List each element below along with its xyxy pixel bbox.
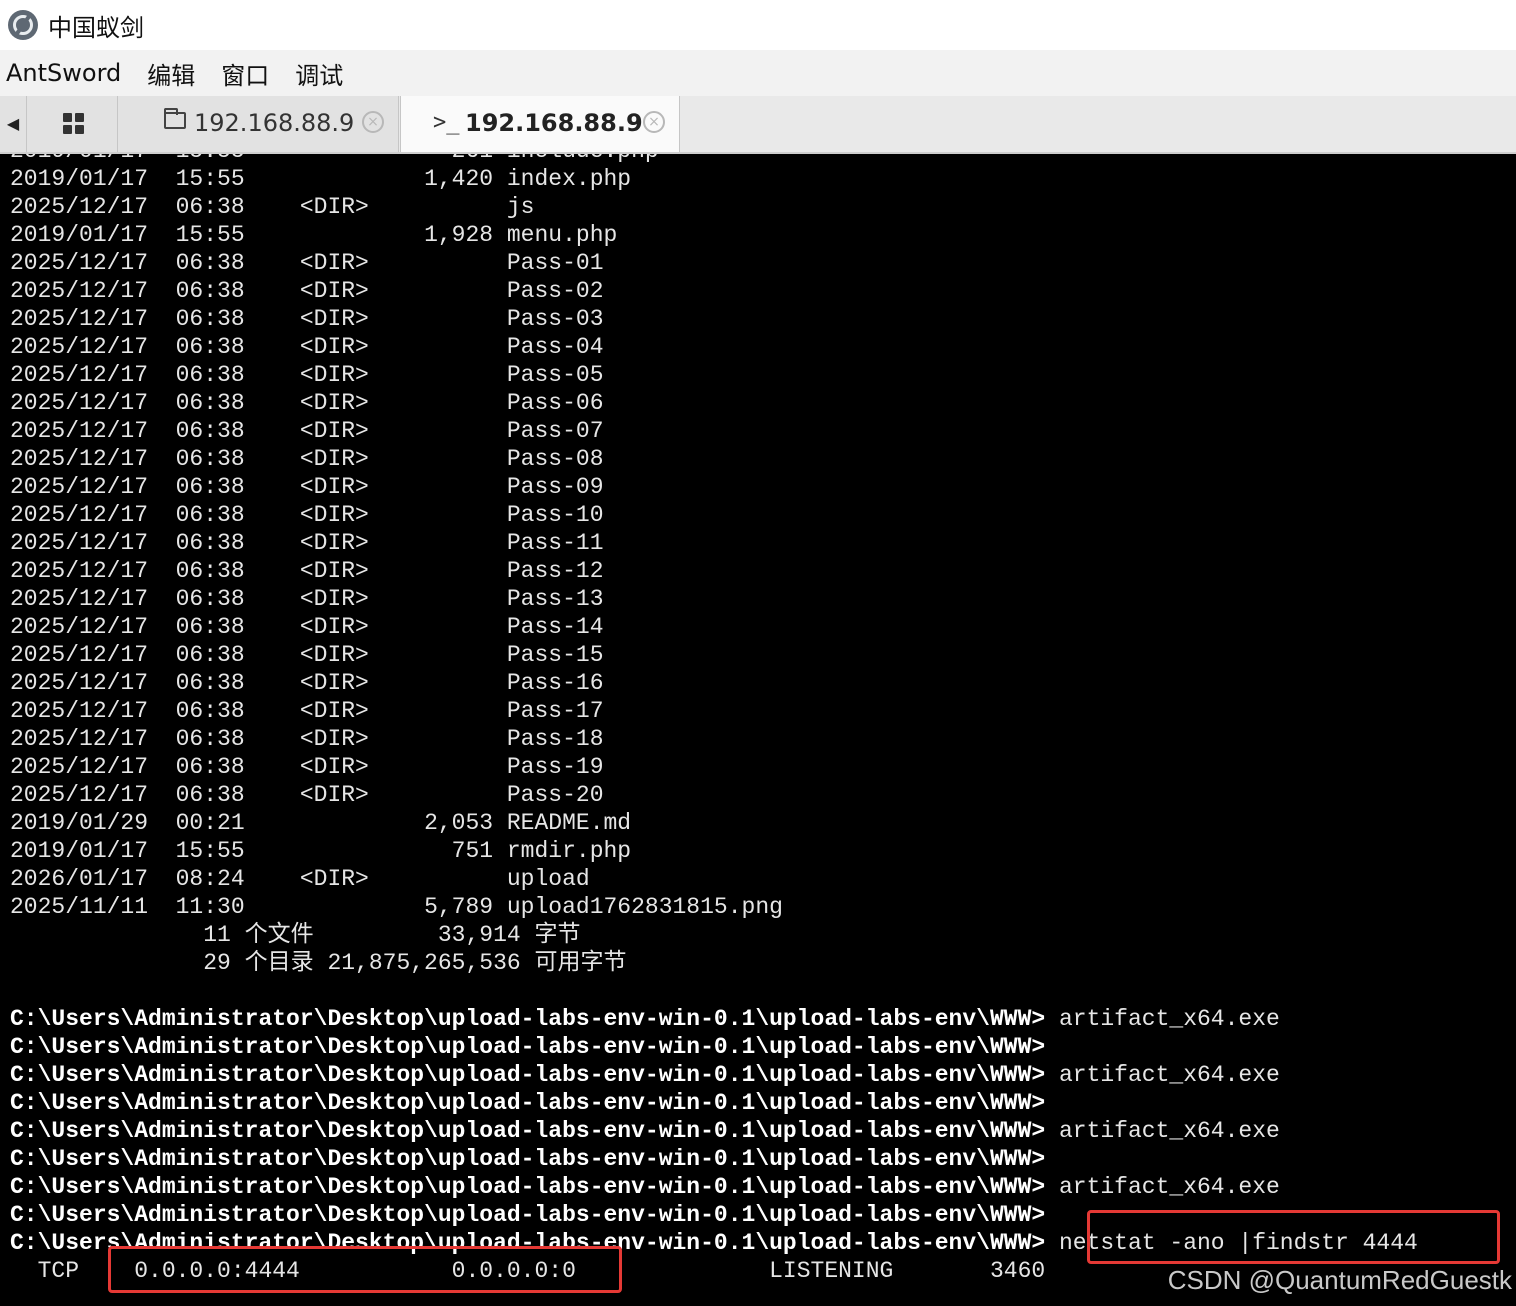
- terminal-prompt-line: C:\Users\Administrator\Desktop\upload-la…: [10, 1033, 1418, 1061]
- title-bar: 中国蚁剑: [0, 0, 1516, 50]
- terminal-line: 2025/12/17 06:38 <DIR> Pass-02: [10, 278, 604, 304]
- terminal-line: 2026/01/17 08:24 <DIR> upload: [10, 866, 590, 892]
- terminal-line: 2019/01/17 15:55 751 rmdir.php: [10, 838, 632, 864]
- terminal-prompt-line: C:\Users\Administrator\Desktop\upload-la…: [10, 1145, 1418, 1173]
- shell-prompt: C:\Users\Administrator\Desktop\upload-la…: [10, 1006, 1046, 1032]
- terminal-prompt-line: C:\Users\Administrator\Desktop\upload-la…: [10, 1089, 1418, 1117]
- folder-icon: [164, 108, 186, 129]
- tab-terminal[interactable]: >_ 192.168.88.9 ×: [400, 96, 680, 152]
- terminal-line: 2025/12/17 06:38 <DIR> Pass-12: [10, 558, 604, 584]
- terminal-line: 2025/12/17 06:38 <DIR> Pass-04: [10, 334, 604, 360]
- shell-prompt: C:\Users\Administrator\Desktop\upload-la…: [10, 1118, 1046, 1144]
- close-icon[interactable]: ×: [643, 111, 665, 133]
- terminal-line: 11 个文件 33,914 字节: [10, 922, 581, 948]
- menu-window[interactable]: 窗口: [221, 56, 269, 91]
- terminal-line: 2025/12/17 06:38 <DIR> Pass-10: [10, 502, 604, 528]
- terminal-line: 2025/12/17 06:38 <DIR> Pass-20: [10, 782, 604, 808]
- shell-prompt: C:\Users\Administrator\Desktop\upload-la…: [10, 1202, 1046, 1228]
- terminal-line: 2025/12/17 06:38 <DIR> Pass-05: [10, 362, 604, 388]
- terminal-line: 2025/12/17 06:38 <DIR> Pass-18: [10, 726, 604, 752]
- terminal-line: 2019/01/29 00:21 2,053 README.md: [10, 810, 632, 836]
- terminal-line: 2025/12/17 06:38 <DIR> Pass-14: [10, 614, 604, 640]
- terminal-prompt-line: C:\Users\Administrator\Desktop\upload-la…: [10, 1117, 1418, 1145]
- terminal-line: 2025/12/17 06:38 <DIR> Pass-03: [10, 306, 604, 332]
- shell-command: artifact_x64.exe: [1045, 1062, 1280, 1088]
- menu-bar: AntSword 编辑 窗口 调试: [0, 50, 1516, 97]
- tab-bar: ◀ 192.168.88.9 × >_ 192.168.88.9 ×: [0, 96, 1516, 154]
- shell-prompt: C:\Users\Administrator\Desktop\upload-la…: [10, 1174, 1046, 1200]
- terminal-line: 2025/12/17 06:38 <DIR> Pass-16: [10, 670, 604, 696]
- terminal-line: 2025/12/17 06:38 <DIR> Pass-19: [10, 754, 604, 780]
- terminal-lines: 2019/01/17 15:55 261 include.php 2019/01…: [10, 154, 1418, 1285]
- terminal-line: 2025/12/17 06:38 <DIR> Pass-15: [10, 642, 604, 668]
- terminal-line: 2025/12/17 06:38 <DIR> Pass-13: [10, 586, 604, 612]
- terminal-line: 29 个目录 21,875,265,536 可用字节: [10, 950, 627, 976]
- shell-prompt: C:\Users\Administrator\Desktop\upload-la…: [10, 1146, 1046, 1172]
- shell-command: artifact_x64.exe: [1045, 1006, 1280, 1032]
- terminal-line: 2025/12/17 06:38 <DIR> js: [10, 194, 535, 220]
- terminal-line: 2019/01/17 15:55 261 include.php: [10, 154, 1418, 165]
- shell-prompt: C:\Users\Administrator\Desktop\upload-la…: [10, 1062, 1046, 1088]
- watermark: CSDN @QuantumRedGuestk: [1167, 1265, 1512, 1295]
- terminal-icon: >_: [433, 110, 460, 135]
- shell-command: artifact_x64.exe: [1045, 1174, 1280, 1200]
- window-title: 中国蚁剑: [48, 13, 144, 42]
- shell-prompt: C:\Users\Administrator\Desktop\upload-la…: [10, 1034, 1046, 1060]
- menu-antsword[interactable]: AntSword: [6, 59, 121, 87]
- terminal-prompt-line: C:\Users\Administrator\Desktop\upload-la…: [10, 1061, 1418, 1089]
- highlight-listening-address: [108, 1246, 622, 1293]
- shell-prompt: C:\Users\Administrator\Desktop\upload-la…: [10, 1090, 1046, 1116]
- terminal-prompt-line: C:\Users\Administrator\Desktop\upload-la…: [10, 1173, 1418, 1201]
- shell-command: artifact_x64.exe: [1045, 1118, 1280, 1144]
- terminal-line: 2025/12/17 06:38 <DIR> Pass-08: [10, 446, 604, 472]
- tab-file-manager-label: 192.168.88.9: [194, 109, 355, 137]
- terminal-line: 2025/12/17 06:38 <DIR> Pass-06: [10, 390, 604, 416]
- terminal-prompt-line: C:\Users\Administrator\Desktop\upload-la…: [10, 1005, 1418, 1033]
- terminal-line: 2025/12/17 06:38 <DIR> Pass-11: [10, 530, 604, 556]
- menu-edit[interactable]: 编辑: [147, 56, 195, 91]
- antsword-logo-icon: [8, 10, 38, 40]
- tab-home-grid[interactable]: [27, 96, 118, 152]
- terminal-output[interactable]: 2019/01/17 15:55 261 include.php 2019/01…: [0, 154, 1516, 1306]
- terminal-line: 2019/01/17 15:55 1,420 index.php: [10, 166, 632, 192]
- terminal-blank-line: [10, 977, 1418, 1005]
- menu-debug[interactable]: 调试: [295, 56, 343, 91]
- terminal-line: 2019/01/17 15:55 1,928 menu.php: [10, 222, 618, 248]
- tab-scroll-left-button[interactable]: ◀: [0, 96, 27, 152]
- close-icon[interactable]: ×: [362, 111, 384, 133]
- terminal-line: 2025/12/17 06:38 <DIR> Pass-07: [10, 418, 604, 444]
- terminal-line: 2025/12/17 06:38 <DIR> Pass-17: [10, 698, 604, 724]
- tab-file-manager[interactable]: 192.168.88.9 ×: [118, 96, 399, 152]
- highlight-netstat-command: [1087, 1210, 1500, 1264]
- tab-terminal-label: 192.168.88.9: [465, 109, 643, 137]
- grid-icon: [63, 113, 85, 135]
- terminal-line: 2025/12/17 06:38 <DIR> Pass-09: [10, 474, 604, 500]
- terminal-line: 2025/12/17 06:38 <DIR> Pass-01: [10, 250, 604, 276]
- terminal-line: 2025/11/11 11:30 5,789 upload1762831815.…: [10, 894, 783, 920]
